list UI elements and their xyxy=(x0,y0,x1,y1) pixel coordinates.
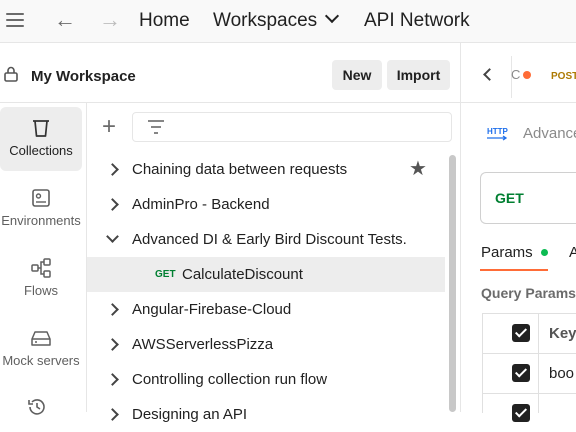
filter-icon xyxy=(148,120,164,134)
params-active-dot-icon xyxy=(541,249,548,256)
active-tab-indicator xyxy=(480,269,548,271)
chevron-right-icon[interactable] xyxy=(106,303,119,316)
collection-name: Designing an API xyxy=(132,406,248,423)
collection-name: Advanced DI & Early Bird Discount Tests. xyxy=(132,231,407,248)
top-bar: ← → Home Workspaces API Network xyxy=(0,0,576,43)
add-collection-icon[interactable]: + xyxy=(102,115,116,139)
sidebar-label: Mock servers xyxy=(2,353,80,368)
collections-icon xyxy=(33,120,49,137)
workspace-title[interactable]: My Workspace xyxy=(31,68,136,85)
collection-item[interactable]: AdminPro - Backend xyxy=(87,187,445,222)
workspace-header: My Workspace New Import xyxy=(0,50,460,103)
method-select[interactable]: GET xyxy=(495,190,524,206)
sidebar-item-mock-servers[interactable]: Mock servers xyxy=(0,317,82,381)
sidebar-item-flows[interactable]: Flows xyxy=(0,247,82,311)
filter-input[interactable] xyxy=(132,112,452,142)
query-params-title: Query Params xyxy=(481,285,576,301)
collection-item[interactable]: Angular-Firebase-Cloud xyxy=(87,292,445,327)
http-icon: HTTP xyxy=(487,127,508,141)
collection-item[interactable]: Controlling collection run flow xyxy=(87,362,445,397)
sidebar-label: Collections xyxy=(9,143,73,158)
collection-name: Angular-Firebase-Cloud xyxy=(132,301,292,318)
tab-params[interactable]: Params xyxy=(481,244,533,261)
mock-server-icon xyxy=(31,331,51,346)
request-name: CalculateDiscount xyxy=(182,266,303,283)
collection-item[interactable]: Advanced DI & Early Bird Discount Tests. xyxy=(87,222,445,257)
request-title[interactable]: Advanced xyxy=(523,125,576,142)
unsaved-dot-icon xyxy=(523,71,531,79)
collection-item[interactable]: Chaining data between requests ★ xyxy=(87,152,445,187)
svg-text:HTTP: HTTP xyxy=(487,127,508,136)
row-checkbox[interactable] xyxy=(512,404,530,422)
sidebar-label: Environments xyxy=(1,213,81,228)
forward-arrow-icon[interactable]: → xyxy=(99,8,121,32)
sidebar-item-collections[interactable]: Collections xyxy=(0,107,82,171)
tab-authorization[interactable]: A xyxy=(569,244,576,261)
scrollbar[interactable] xyxy=(449,155,456,412)
collection-name: AdminPro - Backend xyxy=(132,196,270,213)
method-badge: GET xyxy=(155,269,176,280)
chevron-down-icon xyxy=(325,8,340,24)
new-button[interactable]: New xyxy=(332,60,382,90)
nav-home[interactable]: Home xyxy=(139,10,190,32)
sidebar-label: Flows xyxy=(24,283,58,298)
tab-title[interactable]: C xyxy=(511,67,520,82)
chevron-right-icon[interactable] xyxy=(106,338,119,351)
lock-icon xyxy=(4,66,18,82)
nav-workspaces-label: Workspaces xyxy=(213,10,318,31)
environment-icon xyxy=(32,189,50,207)
history-icon[interactable] xyxy=(26,396,48,418)
collection-name: AWSServerlessPizza xyxy=(132,336,274,353)
chevron-right-icon[interactable] xyxy=(106,198,119,211)
param-key-cell[interactable]: boo xyxy=(549,365,574,382)
chevron-right-icon[interactable] xyxy=(106,373,119,386)
collection-item[interactable]: Designing an API xyxy=(87,397,445,432)
chevron-down-icon[interactable] xyxy=(106,230,119,243)
nav-api-network[interactable]: API Network xyxy=(364,10,470,32)
chevron-right-icon[interactable] xyxy=(106,408,119,421)
column-divider xyxy=(538,314,539,413)
import-button[interactable]: Import xyxy=(387,60,450,90)
collection-name: Controlling collection run flow xyxy=(132,371,328,388)
collection-item[interactable]: AWSServerlessPizza xyxy=(87,327,445,362)
left-sidebar-rail: Collections Environments Flows Mock serv… xyxy=(0,102,87,415)
request-item[interactable]: GET CalculateDiscount xyxy=(87,257,445,292)
sidebar-item-environments[interactable]: Environments xyxy=(0,177,82,241)
star-icon[interactable]: ★ xyxy=(409,156,427,181)
back-arrow-icon[interactable]: ← xyxy=(54,8,76,32)
chevron-right-icon[interactable] xyxy=(106,163,119,176)
collection-name: Chaining data between requests xyxy=(132,161,348,178)
row-checkbox[interactable] xyxy=(512,364,530,382)
key-column-header: Key xyxy=(549,325,576,342)
nav-workspaces[interactable]: Workspaces xyxy=(213,8,340,32)
select-all-checkbox[interactable] xyxy=(512,324,530,342)
hamburger-menu-icon[interactable] xyxy=(6,13,24,27)
flows-icon xyxy=(31,258,51,278)
tab-method-badge[interactable]: POST xyxy=(551,71,576,82)
